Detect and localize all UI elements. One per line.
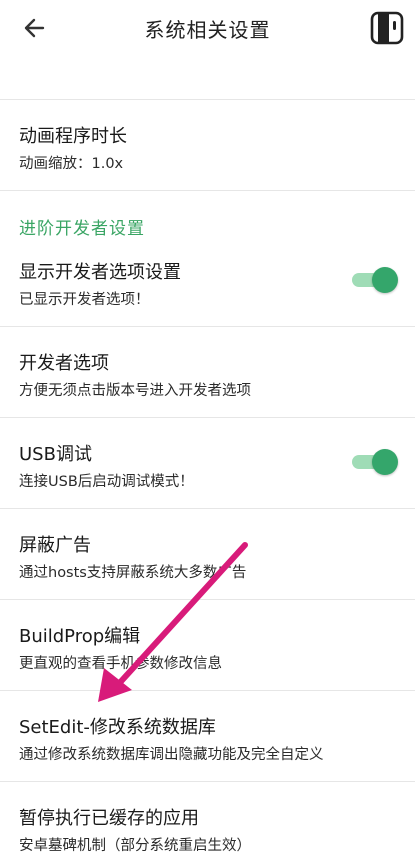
- list-item-block-ads[interactable]: 屏蔽广告 通过hosts支持屏蔽系统大多数广告: [0, 509, 415, 600]
- device-frame-button[interactable]: [369, 10, 405, 46]
- switch-thumb: [372, 267, 398, 293]
- list-item-freeze-cached-apps[interactable]: 暂停执行已缓存的应用 安卓墓碑机制（部分系统重启生效）: [0, 782, 415, 866]
- list-item-title: 暂停执行已缓存的应用: [19, 808, 199, 829]
- app-bar: 系统相关设置: [0, 0, 415, 56]
- list-item-title: 动画程序时长: [19, 126, 127, 147]
- list-item-title: 开发者选项: [19, 353, 109, 374]
- list-item-subtitle: 方便无须点击版本号进入开发者选项: [19, 383, 251, 399]
- list-item-title: 屏蔽广告: [19, 535, 91, 556]
- list-item-animation-duration[interactable]: 动画程序时长 动画缩放：1.0x: [0, 100, 415, 191]
- toggle-switch-usb-debugging[interactable]: [352, 448, 398, 475]
- list-item-subtitle: 通过修改系统数据库调出隐藏功能及完全自定义: [19, 747, 324, 763]
- list-item-subtitle: 更直观的查看手机参数修改信息: [19, 656, 222, 672]
- list-item-title: 显示开发者选项设置: [19, 262, 181, 283]
- list-item-subtitle: 已显示开发者选项！: [19, 292, 150, 308]
- list-item-show-developer-options[interactable]: 显示开发者选项设置 已显示开发者选项！: [0, 236, 415, 327]
- list-item-subtitle: 通过hosts支持屏蔽系统大多数广告: [19, 565, 247, 581]
- list-item-buildprop-editor[interactable]: BuildProp编辑 更直观的查看手机参数修改信息: [0, 600, 415, 691]
- settings-list[interactable]: 动画程序时长 动画缩放：1.0x 进阶开发者设置 显示开发者选项设置 已显示开发…: [0, 0, 415, 866]
- list-item-subtitle: 安卓墓碑机制（部分系统重启生效）: [19, 838, 251, 854]
- page-title: 系统相关设置: [144, 18, 271, 42]
- list-item-setedit[interactable]: SetEdit-修改系统数据库 通过修改系统数据库调出隐藏功能及完全自定义: [0, 691, 415, 782]
- list-item-developer-options[interactable]: 开发者选项 方便无须点击版本号进入开发者选项: [0, 327, 415, 418]
- list-item-title: USB调试: [19, 444, 92, 465]
- phone-frame-icon: [370, 11, 404, 45]
- list-item-subtitle: 连接USB后启动调试模式！: [19, 474, 194, 490]
- list-item-usb-debugging[interactable]: USB调试 连接USB后启动调试模式！: [0, 418, 415, 509]
- toggle-switch-show-developer-options[interactable]: [352, 266, 398, 293]
- switch-thumb: [372, 449, 398, 475]
- list-item-subtitle: 动画缩放：1.0x: [19, 156, 124, 172]
- list-item-title: BuildProp编辑: [19, 626, 141, 647]
- list-item-title: SetEdit-修改系统数据库: [19, 717, 216, 738]
